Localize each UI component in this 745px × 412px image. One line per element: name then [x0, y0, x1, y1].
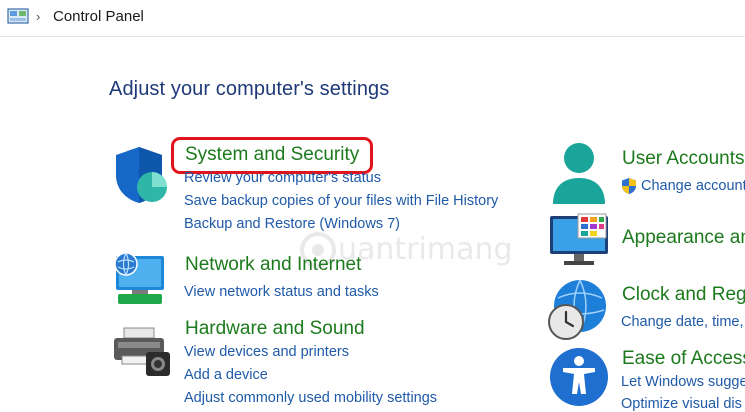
breadcrumb-control-panel[interactable]: Control Panel — [53, 8, 144, 25]
link-mobility-settings[interactable]: Adjust commonly used mobility settings — [184, 390, 437, 406]
uac-shield-icon — [622, 178, 636, 194]
link-change-account[interactable]: Change account — [641, 178, 745, 194]
link-network-status[interactable]: View network status and tasks — [184, 284, 379, 300]
network-globe-icon[interactable] — [110, 250, 170, 308]
category-clock-and-region[interactable]: Clock and Reg — [622, 284, 745, 306]
category-network-and-internet[interactable]: Network and Internet — [185, 254, 361, 276]
link-add-device[interactable]: Add a device — [184, 367, 268, 383]
accessibility-icon[interactable] — [548, 346, 610, 408]
printer-icon[interactable] — [112, 326, 172, 378]
category-ease-of-access[interactable]: Ease of Access — [622, 348, 745, 370]
control-panel-icon — [7, 8, 29, 24]
link-optimize-visual[interactable]: Optimize visual dis — [621, 396, 742, 412]
category-hardware-and-sound[interactable]: Hardware and Sound — [185, 318, 365, 340]
clock-globe-icon[interactable] — [546, 278, 610, 342]
monitor-icon[interactable] — [548, 212, 610, 268]
page-title: Adjust your computer's settings — [109, 78, 390, 100]
category-user-accounts[interactable]: User Accounts — [622, 148, 745, 170]
link-change-date-time[interactable]: Change date, time, — [621, 314, 744, 330]
highlight-box — [171, 137, 373, 174]
link-backup-restore[interactable]: Backup and Restore (Windows 7) — [184, 216, 400, 232]
link-file-history[interactable]: Save backup copies of your files with Fi… — [184, 193, 498, 209]
link-devices-printers[interactable]: View devices and printers — [184, 344, 349, 360]
breadcrumb-separator[interactable]: › — [36, 9, 40, 24]
category-appearance[interactable]: Appearance an — [622, 227, 745, 249]
link-let-windows-suggest[interactable]: Let Windows sugge — [621, 374, 745, 390]
user-icon[interactable] — [550, 140, 608, 206]
watermark-text: uantrimang — [338, 232, 513, 267]
shield-icon[interactable] — [112, 145, 170, 205]
address-bar[interactable]: › Control Panel — [0, 0, 745, 37]
link-review-status[interactable]: Review your computer's status — [184, 170, 381, 186]
